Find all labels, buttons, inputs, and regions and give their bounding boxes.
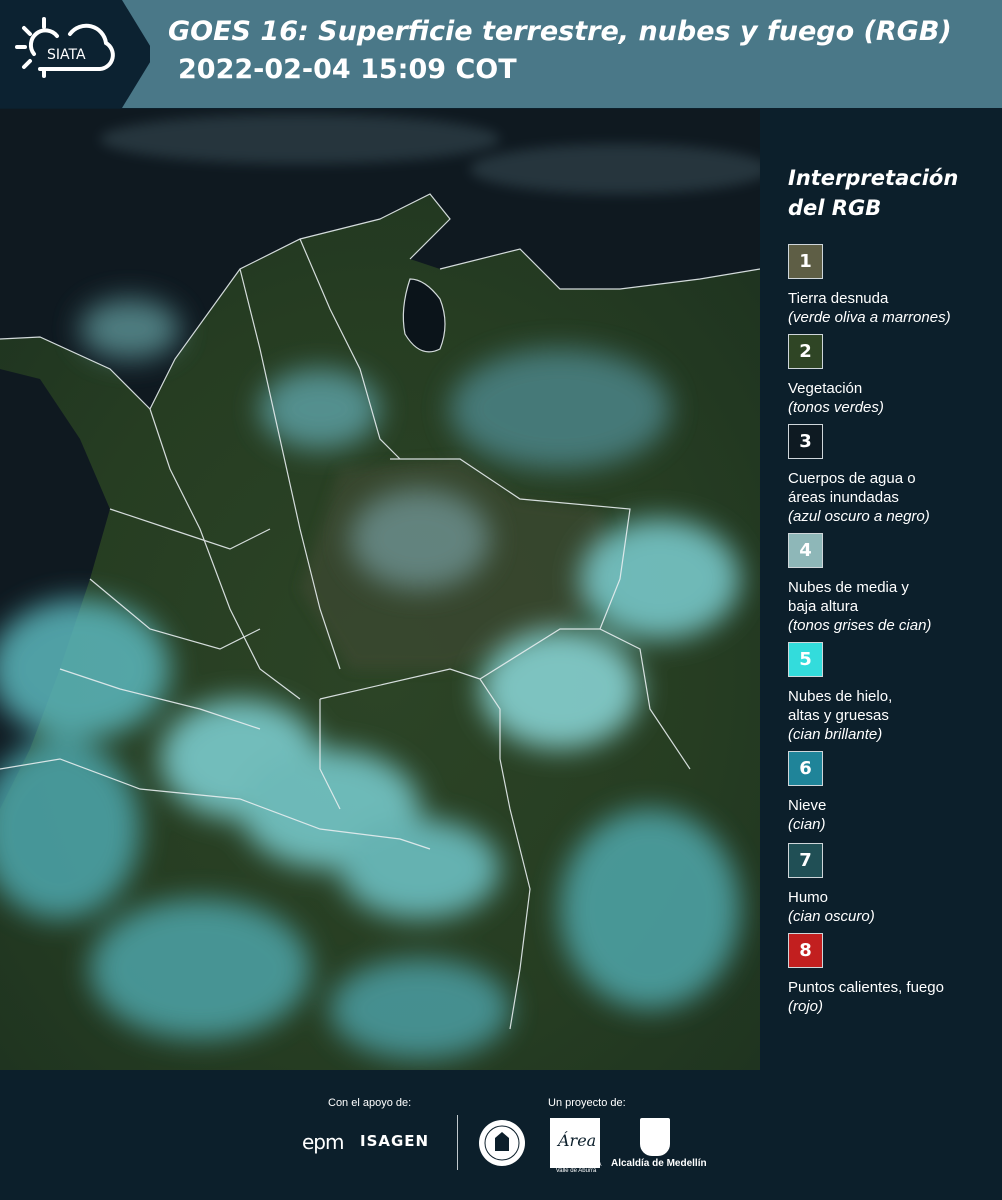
legend-item: 4 Nubes de media y baja altura (tonos gr… [788,533,998,635]
project-label: Un proyecto de: [548,1097,626,1109]
legend-item-sub: (cian) [788,816,826,833]
sun-cloud-icon: SIATA [15,17,115,78]
legend-swatch: 1 [788,244,823,279]
logo-text: SIATA [47,47,86,63]
legend-item-label: Puntos calientes, fuego [788,979,944,996]
footer: Con el apoyo de: Un proyecto de: epm ISA… [0,1070,1002,1200]
satellite-map [0,109,760,1070]
legend-item-label: Tierra desnuda [788,290,889,307]
legend-item-label: Nubes de hielo, altas y gruesas [788,688,893,724]
svg-text:Área: Área [556,1130,596,1150]
legend-swatch: 2 [788,334,823,369]
legend-item: 8 Puntos calientes, fuego (rojo) [788,933,998,1016]
satellite-image [0,109,760,1070]
legend-title: Interpretación del RGB [788,166,959,220]
legend-panel: Interpretación del RGB 1 Tierra desnuda … [760,109,1002,1070]
legend-item-sub: (verde oliva a marrones) [788,309,951,326]
epm-logo: epm [302,1130,344,1154]
legend-item: 7 Humo (cian oscuro) [788,843,998,926]
legend-item-sub: (tonos grises de cian) [788,617,932,634]
seal-icon [479,1120,525,1166]
legend-item-sub: (rojo) [788,998,824,1015]
medellin-shield-icon [640,1118,670,1156]
legend-swatch: 7 [788,843,823,878]
legend-item: 6 Nieve (cian) [788,751,998,834]
legend-item-label: Humo [788,889,829,906]
legend-item-label: Nieve [788,797,827,814]
legend-item-label: Cuerpos de agua o áreas inundadas [788,470,916,506]
legend-item: 3 Cuerpos de agua o áreas inundadas (azu… [788,424,998,526]
legend-item: 1 Tierra desnuda (verde oliva a marrones… [788,244,998,327]
legend-item-label: Nubes de media y baja altura [788,579,909,615]
header: SIATA GOES 16: Superficie terrestre, nub… [0,0,1002,108]
legend-item-sub: (tonos verdes) [788,399,884,416]
area-metropolitana-logo: Área [550,1118,600,1168]
support-label: Con el apoyo de: [328,1097,412,1109]
legend-item-label: Vegetación [788,380,863,397]
timestamp: 2022-02-04 15:09 COT [178,54,517,85]
legend-item-sub: (cian brillante) [788,726,883,743]
isagen-logo: ISAGEN [360,1132,430,1150]
legend-swatch: 3 [788,424,823,459]
legend-item-sub: (azul oscuro a negro) [788,508,930,525]
medellin-text: Alcaldía de Medellín [611,1158,707,1169]
siata-logo: SIATA [0,0,150,108]
legend-item: 2 Vegetación (tonos verdes) [788,334,998,417]
page-title: GOES 16: Superficie terrestre, nubes y f… [168,16,952,47]
legend-swatch: 5 [788,642,823,677]
legend-item: 5 Nubes de hielo, altas y gruesas (cian … [788,642,998,744]
legend-swatch: 6 [788,751,823,786]
legend-swatch: 4 [788,533,823,568]
legend-swatch: 8 [788,933,823,968]
area-logo-icon: Área [556,1130,596,1150]
footer-divider [457,1115,458,1170]
area-metropolitana-text: METROPOLITANA Valle de Aburrá [550,1162,602,1174]
legend-item-sub: (cian oscuro) [788,908,875,925]
